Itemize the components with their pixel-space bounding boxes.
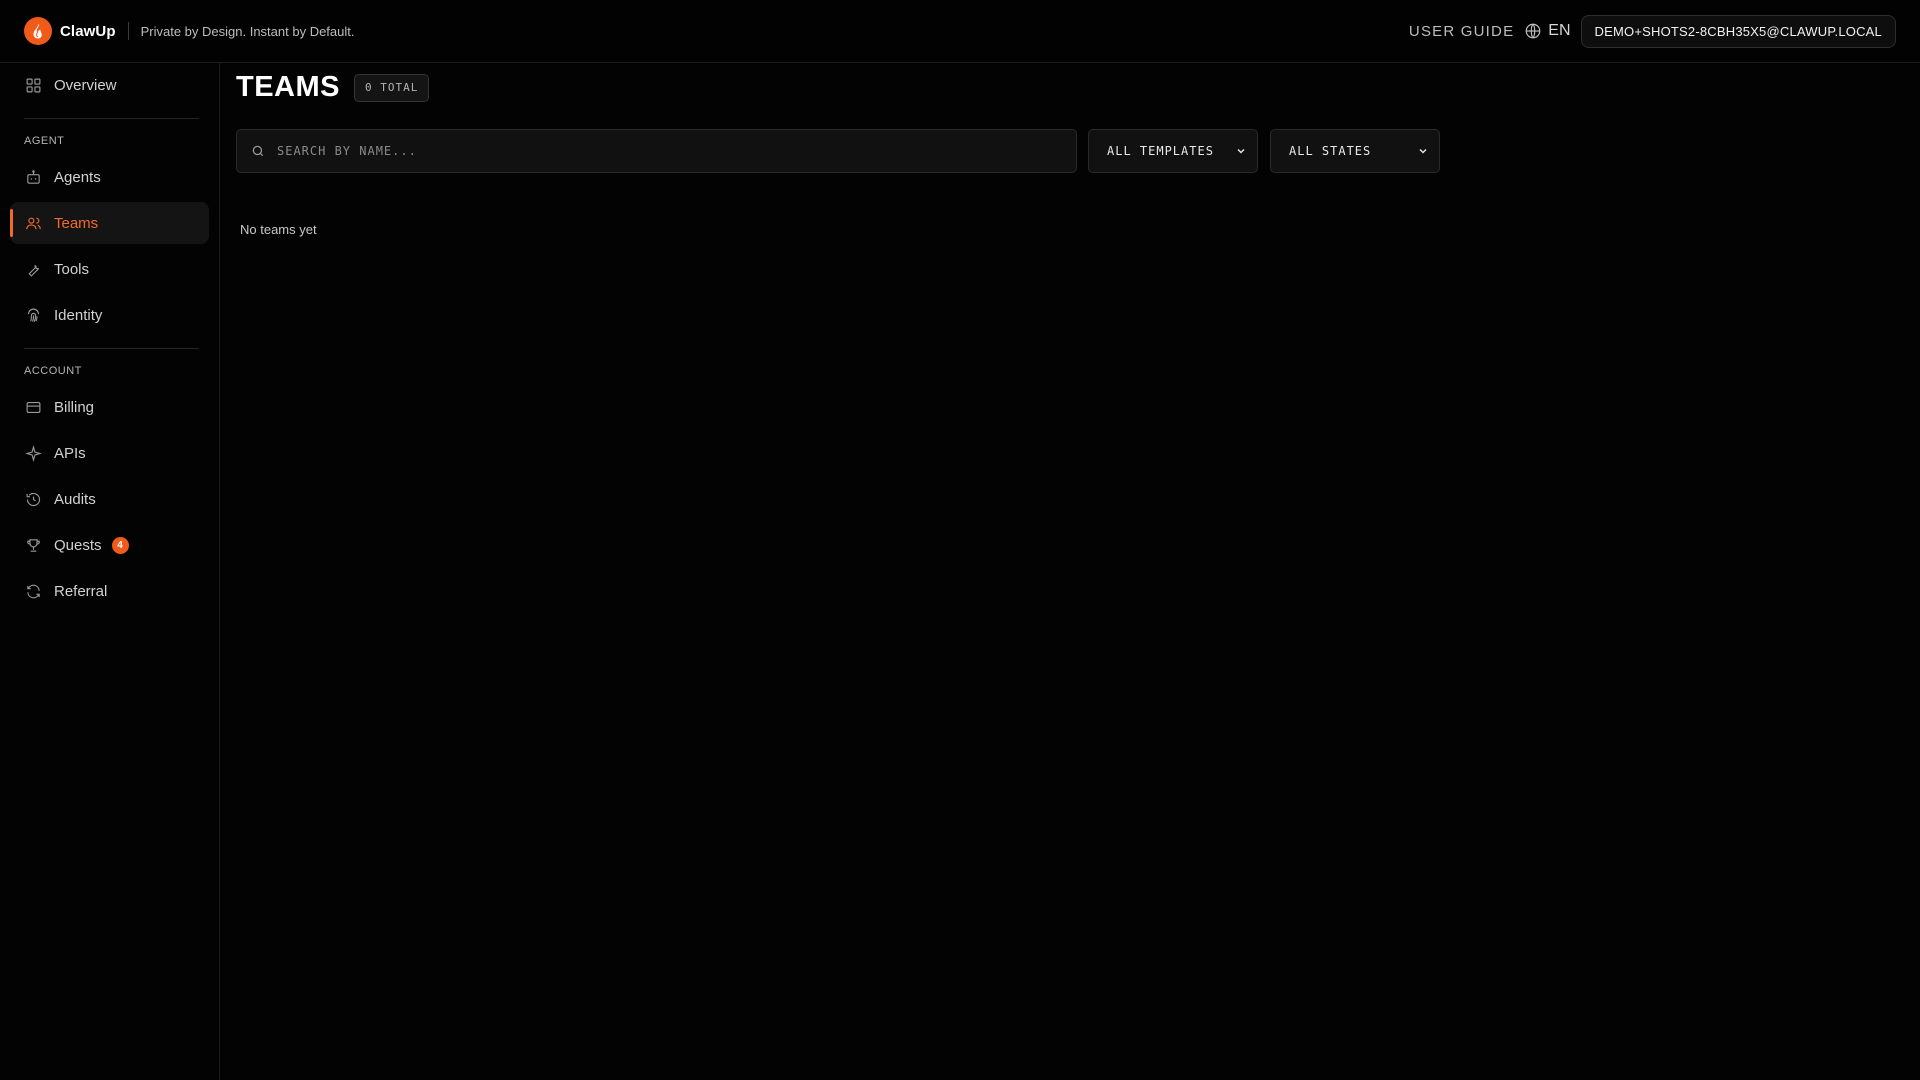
sidebar-item-apis[interactable]: APIs xyxy=(10,432,209,474)
wrench-icon xyxy=(24,260,42,278)
sidebar-item-label: Identity xyxy=(54,306,103,324)
sidebar-item-audits[interactable]: Audits xyxy=(10,478,209,520)
globe-icon[interactable] xyxy=(1524,22,1542,40)
sidebar: Overview AGENT Agents Teams Tools Identi… xyxy=(0,63,220,1080)
trophy-icon xyxy=(24,536,42,554)
grid-icon xyxy=(24,76,42,94)
search-input[interactable] xyxy=(275,143,1055,159)
top-header: ClawUp Private by Design. Instant by Def… xyxy=(0,0,1920,63)
page-title: TEAMS xyxy=(236,71,340,103)
sidebar-item-label: Billing xyxy=(54,398,95,416)
sidebar-item-label: Referral xyxy=(54,582,108,600)
bot-icon xyxy=(24,168,42,186)
state-filter-value: ALL STATES xyxy=(1289,144,1372,158)
template-filter-select[interactable]: ALL TEMPLATES xyxy=(1088,129,1258,173)
sidebar-item-label: Teams xyxy=(54,214,99,232)
quests-count-badge: 4 xyxy=(111,536,129,554)
sidebar-item-quests[interactable]: Quests 4 xyxy=(10,524,209,566)
sidebar-item-billing[interactable]: Billing xyxy=(10,386,209,428)
sparkle-icon xyxy=(24,444,42,462)
clawup-logo-icon[interactable] xyxy=(24,17,52,45)
language-selector[interactable]: EN xyxy=(1548,22,1570,40)
sidebar-item-label: APIs xyxy=(54,444,86,462)
account-button[interactable]: DEMO+SHOTS2-8CBH35X5@CLAWUP.LOCAL xyxy=(1580,14,1896,48)
users-icon xyxy=(24,214,42,232)
template-filter-value: ALL TEMPLATES xyxy=(1107,144,1214,158)
total-count-badge: 0 TOTAL xyxy=(354,73,430,102)
header-actions: USER GUIDE EN DEMO+SHOTS2-8CBH35X5@CLAWU… xyxy=(1409,14,1896,48)
sidebar-item-label: Agents xyxy=(54,168,101,186)
user-guide-link[interactable]: USER GUIDE xyxy=(1409,23,1514,40)
search-box[interactable] xyxy=(236,129,1077,173)
fingerprint-icon xyxy=(24,306,42,324)
header-divider xyxy=(127,22,129,40)
sidebar-item-overview[interactable]: Overview xyxy=(10,64,209,106)
title-row: TEAMS 0 TOTAL xyxy=(236,71,430,104)
history-icon xyxy=(24,490,42,508)
credit-card-icon xyxy=(24,398,42,416)
sidebar-separator xyxy=(24,118,199,119)
chevron-down-icon xyxy=(1235,145,1247,157)
section-label-agent: AGENT xyxy=(24,135,65,147)
empty-state-message: No teams yet xyxy=(240,222,317,237)
sidebar-item-identity[interactable]: Identity xyxy=(10,294,209,336)
state-filter-select[interactable]: ALL STATES xyxy=(1270,129,1440,173)
section-label-account: ACCOUNT xyxy=(24,365,82,377)
sidebar-item-label: Quests xyxy=(54,536,102,554)
search-icon xyxy=(251,144,265,158)
chevron-down-icon xyxy=(1417,145,1429,157)
sidebar-item-agents[interactable]: Agents xyxy=(10,156,209,198)
tagline: Private by Design. Instant by Default. xyxy=(140,23,355,39)
sidebar-item-label: Audits xyxy=(54,490,96,508)
sidebar-item-teams[interactable]: Teams xyxy=(10,202,209,244)
brand-name[interactable]: ClawUp xyxy=(60,23,116,40)
sidebar-item-tools[interactable]: Tools xyxy=(10,248,209,290)
sidebar-item-label: Overview xyxy=(54,76,117,94)
refresh-icon xyxy=(24,582,42,600)
sidebar-separator xyxy=(24,348,199,349)
sidebar-item-label: Tools xyxy=(54,260,90,278)
sidebar-item-referral[interactable]: Referral xyxy=(10,570,209,612)
